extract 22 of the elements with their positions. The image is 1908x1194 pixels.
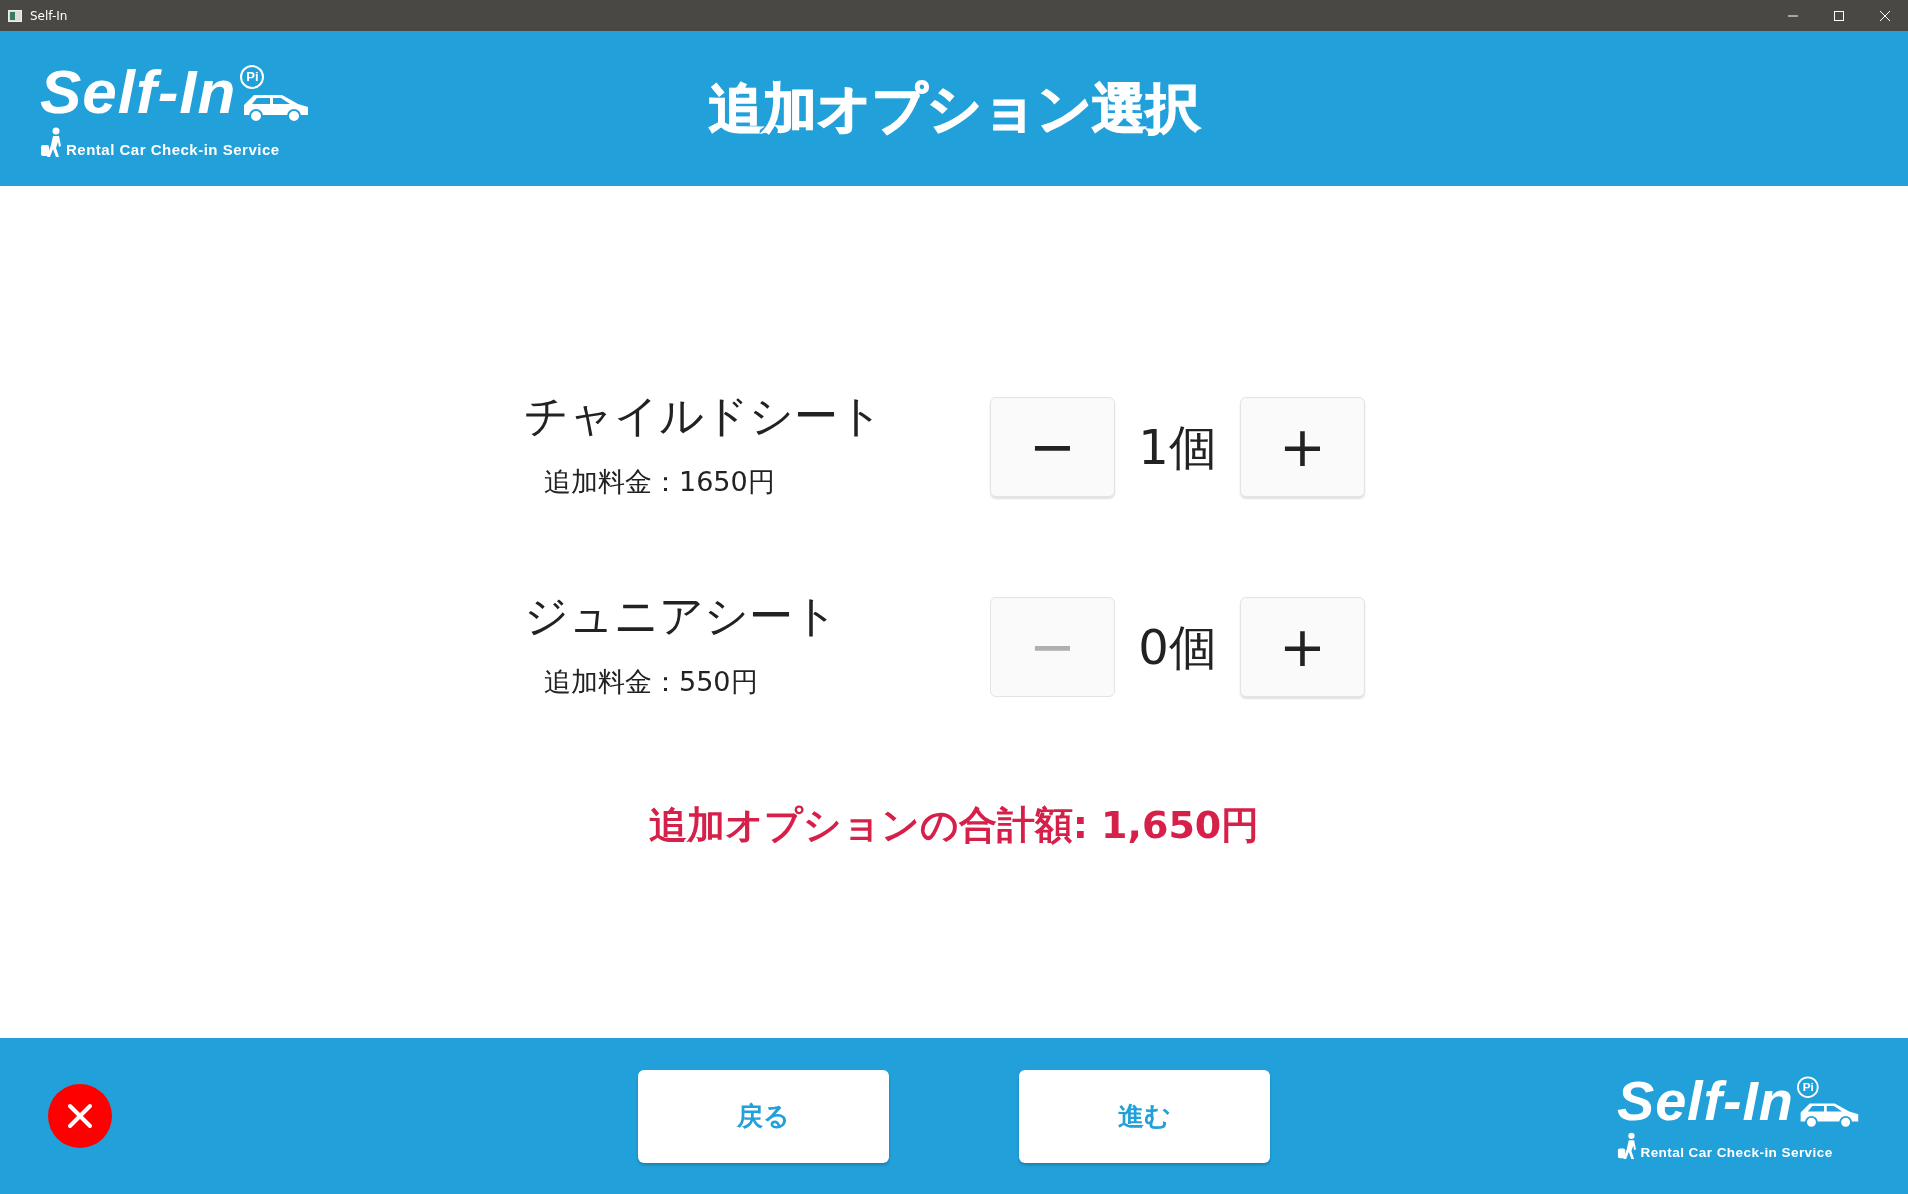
maximize-icon — [1834, 10, 1844, 21]
option-price: 追加料金：550円 — [544, 664, 759, 699]
option-name: チャイルドシート — [524, 391, 884, 440]
quantity-value: 1個 — [1137, 418, 1218, 477]
logo-tagline: Rental Car Check-in Service — [1640, 1145, 1833, 1160]
app-icon — [8, 9, 22, 22]
logo-wordmark: Self-In — [40, 60, 237, 123]
logo-badge: Pi — [240, 64, 265, 89]
plus-button[interactable]: + — [1240, 597, 1365, 697]
close-icon — [1880, 10, 1890, 21]
quantity-value: 0個 — [1137, 618, 1218, 677]
option-name: ジュニアシート — [524, 591, 839, 640]
plus-button[interactable]: + — [1240, 397, 1365, 497]
logo-wordmark: Self-In — [1616, 1072, 1794, 1129]
page-title: 追加オプション選択 — [708, 76, 1200, 142]
window-title: Self-In — [30, 7, 68, 25]
option-price: 追加料金：1650円 — [544, 464, 776, 499]
total-amount: 追加オプションの合計額: 1,650円 — [647, 802, 1261, 849]
logo-badge: Pi — [1797, 1076, 1819, 1098]
close-icon — [66, 1102, 94, 1130]
logo-tagline: Rental Car Check-in Service — [66, 141, 280, 157]
minus-button[interactable]: − — [990, 397, 1115, 497]
